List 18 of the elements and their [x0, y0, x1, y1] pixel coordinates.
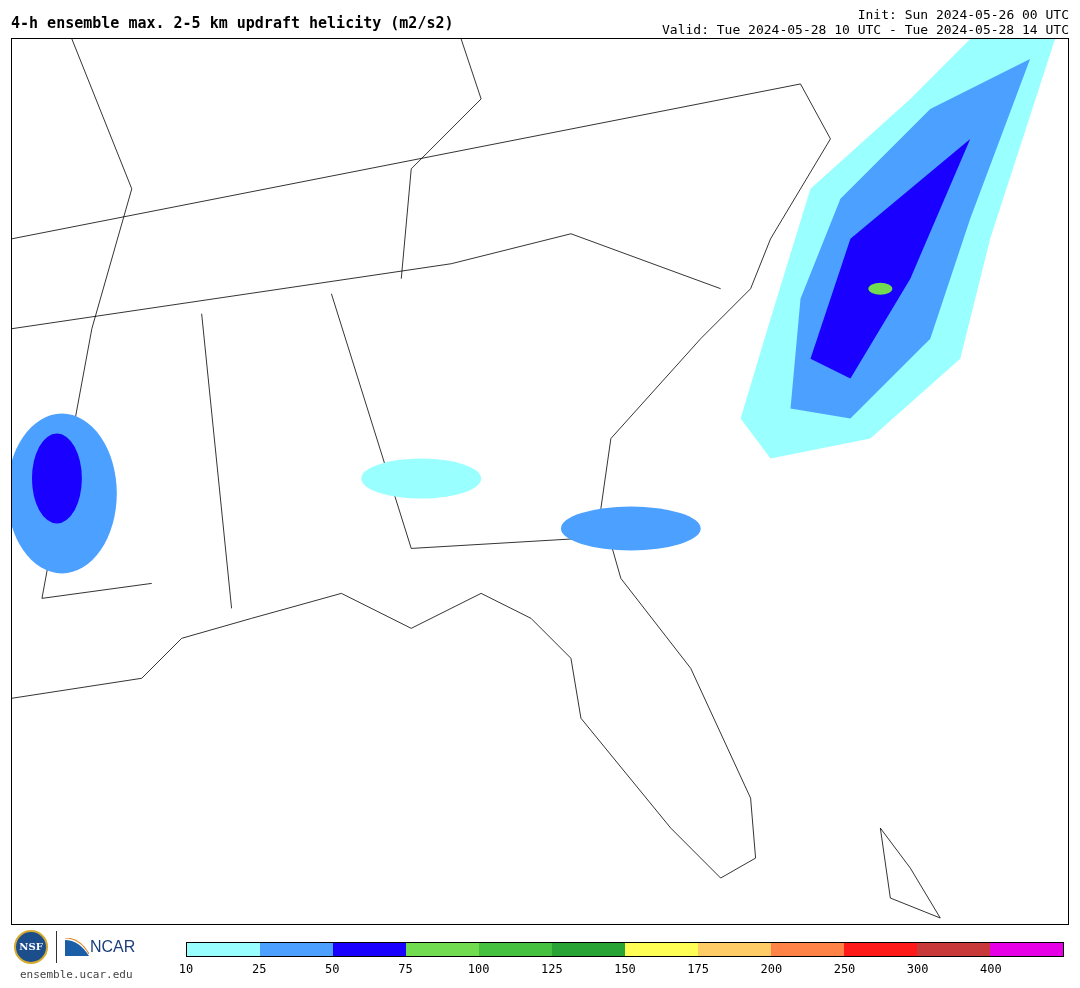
- chart-title: 4-h ensemble max. 2-5 km updraft helicity (m2/s2): [11, 14, 454, 32]
- scale-label: 100: [467, 962, 490, 976]
- scale-label: 25: [251, 962, 267, 976]
- valid-time: Valid: Tue 2024-05-28 10 UTC - Tue 2024-05-28 14 UTC: [662, 22, 1069, 37]
- ncar-logo: NCAR: [65, 937, 136, 956]
- site-url: ensemble.ucar.edu: [20, 968, 133, 981]
- scale-label: 300: [906, 962, 929, 976]
- scale-label: 400: [980, 962, 1002, 976]
- scale-label: 250: [833, 962, 856, 976]
- scale-label: 150: [614, 962, 636, 976]
- nsf-logo: NSF: [14, 929, 48, 964]
- scale-label: 50: [325, 962, 340, 976]
- scale-label: 10: [178, 962, 194, 976]
- scale-label: 200: [760, 962, 783, 976]
- scale-label: 175: [687, 962, 709, 976]
- init-time: Init: Sun 2024-05-26 00 UTC: [857, 7, 1069, 22]
- scale-label: 75: [398, 962, 413, 976]
- scale-label: 125: [541, 962, 563, 976]
